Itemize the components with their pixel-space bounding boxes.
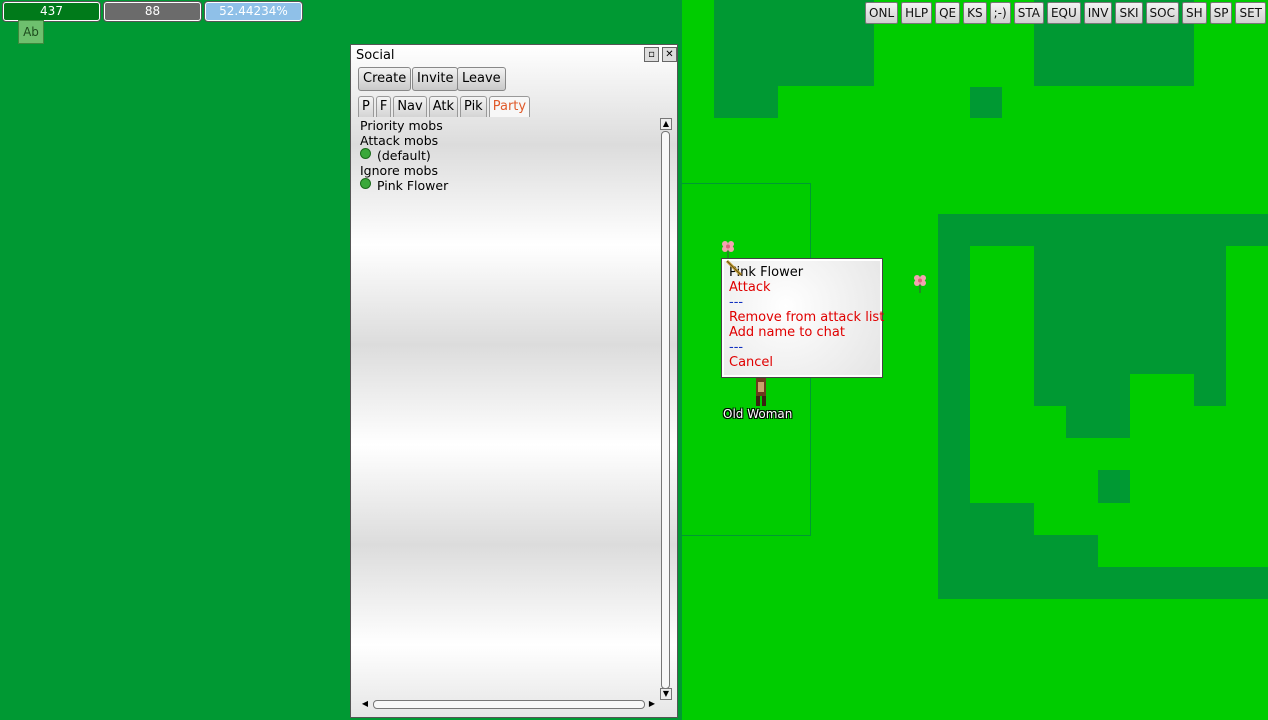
tab-pickup[interactable]: Pik: [460, 96, 487, 117]
tab-navigation[interactable]: Nav: [393, 96, 427, 117]
tab-friends[interactable]: F: [375, 96, 392, 117]
ab-shortcut-button[interactable]: Ab: [18, 20, 44, 44]
menu-item-add-name[interactable]: Add name to chat: [729, 325, 845, 340]
map-tile-light: [1098, 535, 1268, 567]
menu-item-cancel[interactable]: Cancel: [729, 355, 773, 370]
npc-name-label: Old Woman: [723, 407, 793, 421]
map-tile-dark: [1098, 470, 1130, 503]
map-tile-light: [1162, 406, 1226, 438]
inventory-button[interactable]: INV: [1083, 2, 1113, 24]
close-icon[interactable]: ✕: [662, 47, 677, 62]
social-tabs: P F Nav Atk Pik Party: [358, 96, 531, 117]
online-button[interactable]: ONL: [865, 2, 899, 24]
sword-cursor-icon: [725, 259, 743, 277]
emote-button[interactable]: ;-): [989, 2, 1011, 24]
social-button[interactable]: SOC: [1145, 2, 1179, 24]
create-button[interactable]: Create: [358, 67, 412, 91]
tab-players[interactable]: P: [358, 96, 374, 117]
map-tile-light: [1034, 503, 1268, 535]
list-item[interactable]: Pink Flower: [360, 178, 448, 193]
menu-item-attack[interactable]: Attack: [729, 280, 771, 295]
window-buttons-bar: ONL HLP QE KS ;-) STA EQU INV SKI SOC SH…: [865, 2, 1266, 24]
horizontal-scrollbar[interactable]: ◀ ▶: [360, 699, 660, 711]
quests-button[interactable]: QE: [935, 2, 961, 24]
map-tile-dark: [714, 0, 874, 86]
map-tile-light: [1034, 406, 1066, 503]
map-tile-dark: [714, 86, 778, 118]
scroll-left-icon[interactable]: ◀: [360, 699, 370, 709]
menu-separator: ---: [729, 295, 744, 310]
shortcuts-button[interactable]: SH: [1181, 2, 1207, 24]
ignore-mobs-header: Ignore mobs: [360, 163, 438, 178]
scroll-track[interactable]: [661, 131, 670, 689]
status-button[interactable]: STA: [1013, 2, 1044, 24]
map-tile-dark: [970, 87, 1002, 118]
spells-button[interactable]: SP: [1209, 2, 1233, 24]
keyboard-button[interactable]: KS: [963, 2, 987, 24]
scroll-right-icon[interactable]: ▶: [647, 699, 657, 709]
sticky-icon[interactable]: ▫: [644, 47, 659, 62]
leave-button[interactable]: Leave: [457, 67, 506, 91]
pink-flower-sprite[interactable]: [912, 272, 928, 294]
mp-bar: 88: [104, 2, 201, 21]
mob-list: Priority mobs Attack mobs (default) Igno…: [360, 118, 448, 193]
vertical-scrollbar[interactable]: ▲ ▼: [660, 118, 672, 700]
menu-item-remove-attack[interactable]: Remove from attack list: [729, 310, 884, 325]
scroll-down-icon[interactable]: ▼: [660, 688, 672, 700]
menu-separator: ---: [729, 340, 744, 355]
hp-bar: 437: [3, 2, 100, 21]
settings-button[interactable]: SET: [1235, 2, 1266, 24]
tab-party[interactable]: Party: [488, 96, 531, 117]
scroll-up-icon[interactable]: ▲: [660, 118, 672, 130]
skills-button[interactable]: SKI: [1115, 2, 1143, 24]
tab-attack[interactable]: Atk: [428, 96, 459, 117]
status-dot-icon: [360, 148, 371, 159]
pink-flower-sprite[interactable]: [720, 238, 736, 260]
equipment-button[interactable]: EQU: [1046, 2, 1081, 24]
priority-mobs-header: Priority mobs: [360, 118, 443, 133]
scroll-track[interactable]: [373, 700, 645, 709]
status-dot-icon: [360, 178, 371, 189]
xp-bar: 52.44234%: [205, 2, 302, 21]
social-window[interactable]: Social ▫ ✕ Create Invite Leave P F Nav A…: [350, 44, 678, 718]
list-item[interactable]: (default): [360, 148, 448, 163]
invite-button[interactable]: Invite: [412, 67, 459, 91]
window-title: Social: [356, 48, 395, 63]
map-tile-light: [970, 246, 1034, 503]
map-tile-light: [1226, 246, 1268, 438]
map-tile-light: [1066, 438, 1268, 503]
attack-mobs-header: Attack mobs: [360, 133, 439, 148]
help-button[interactable]: HLP: [901, 2, 933, 24]
